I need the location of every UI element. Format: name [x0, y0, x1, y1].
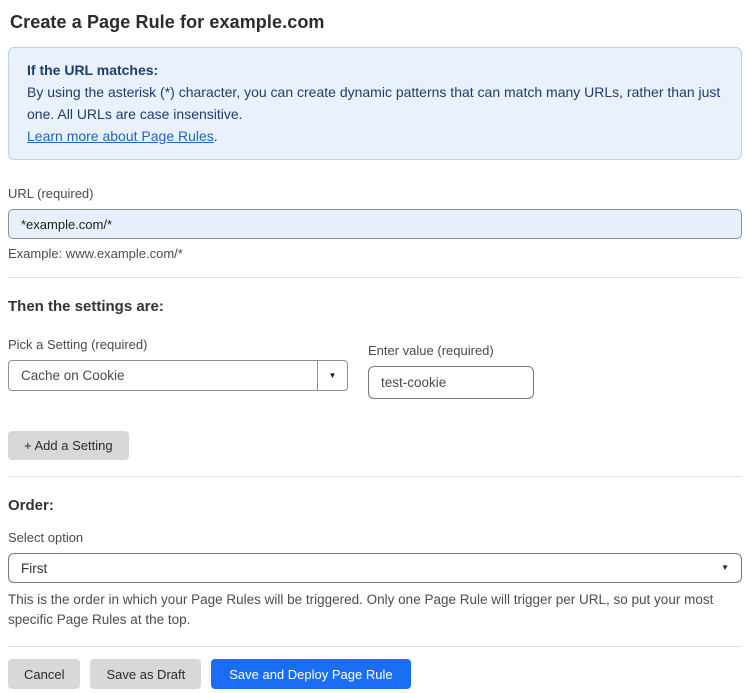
cancel-button[interactable]: Cancel — [8, 659, 81, 689]
order-select[interactable]: First ▼ — [8, 553, 742, 583]
divider — [8, 476, 742, 477]
save-deploy-button[interactable]: Save and Deploy Page Rule — [211, 659, 411, 689]
info-box-body: By using the asterisk (*) character, you… — [27, 84, 721, 122]
setting-value-group: Enter value (required) — [368, 343, 534, 399]
link-period: . — [213, 128, 218, 144]
url-helper-text: Example: www.example.com/* — [8, 246, 183, 261]
url-match-info-box: If the URL matches: By using the asteris… — [8, 47, 742, 160]
order-heading: Order: — [8, 497, 54, 514]
add-setting-button[interactable]: + Add a Setting — [8, 431, 129, 460]
setting-value-label: Enter value (required) — [368, 343, 494, 358]
setting-picker-dropdown[interactable]: Cache on Cookie ▼ — [8, 360, 348, 391]
setting-picker-value: Cache on Cookie — [21, 368, 125, 383]
order-helper-text: This is the order in which your Page Rul… — [8, 592, 714, 627]
setting-value-input[interactable] — [368, 366, 534, 399]
info-box-link-line: Learn more about Page Rules. — [27, 125, 723, 147]
settings-row: Pick a Setting (required) Cache on Cooki… — [8, 337, 742, 399]
order-select-label: Select option — [8, 530, 84, 545]
save-draft-button[interactable]: Save as Draft — [90, 659, 202, 689]
url-field-label: URL (required) — [8, 186, 94, 201]
learn-more-link[interactable]: Learn more about Page Rules — [27, 128, 214, 144]
page-title: Create a Page Rule for example.com — [10, 12, 325, 32]
settings-heading: Then the settings are: — [8, 298, 164, 315]
setting-picker-label: Pick a Setting (required) — [8, 337, 148, 352]
divider — [8, 646, 742, 647]
order-selected-value: First — [21, 560, 48, 576]
divider — [8, 277, 742, 278]
info-box-heading: If the URL matches: — [27, 62, 159, 78]
page-rule-form: Create a Page Rule for example.com If th… — [0, 0, 750, 689]
caret-down-icon: ▼ — [721, 563, 729, 572]
form-actions: Cancel Save as Draft Save and Deploy Pag… — [8, 659, 742, 689]
caret-down-icon: ▼ — [328, 370, 337, 380]
setting-picker-dropdown-button[interactable]: ▼ — [317, 361, 347, 390]
url-input[interactable] — [8, 209, 742, 239]
setting-picker-group: Pick a Setting (required) Cache on Cooki… — [8, 337, 348, 399]
